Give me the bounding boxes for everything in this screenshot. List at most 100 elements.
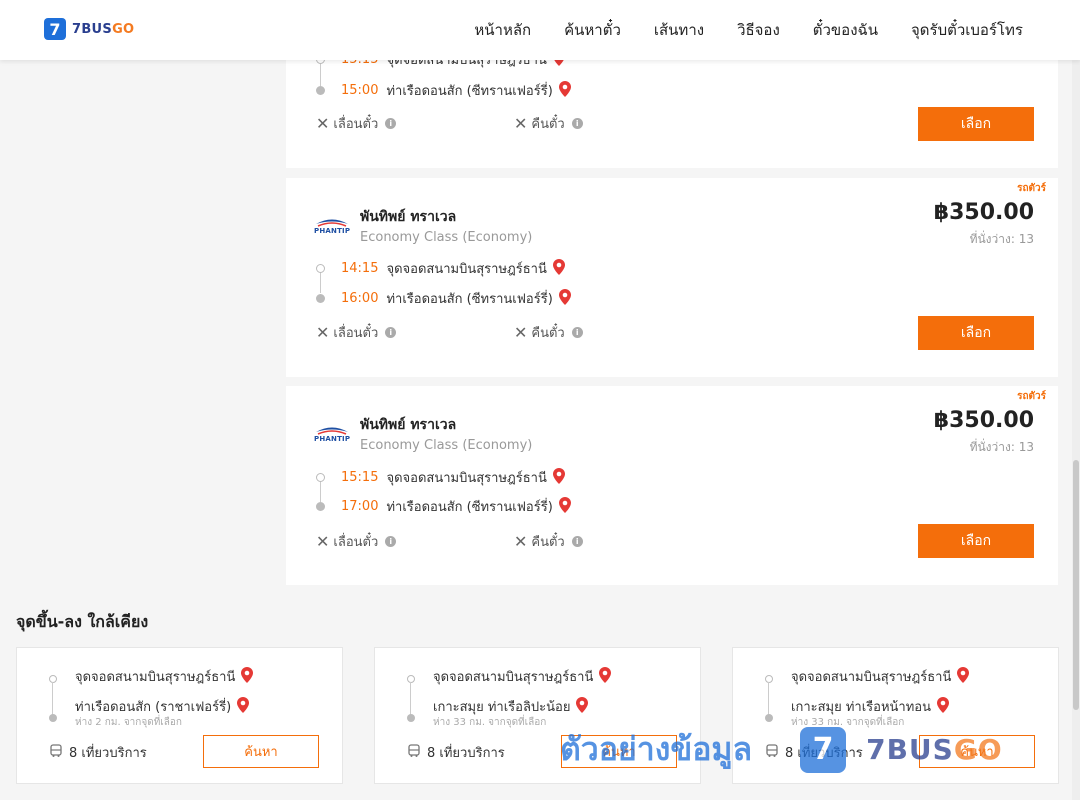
info-icon[interactable]: i [571,118,583,129]
operator-logo-text: PHANTIP [314,226,351,235]
depart-stop-name: จุดจอดสนามบินสุราษฎร์ธานี [386,262,547,277]
bus-icon [765,743,779,762]
close-icon: ✕ [316,114,330,133]
nav-search-ticket[interactable]: ค้นหาตั๋ว [564,18,621,42]
arrive-stop: 16:00 ท่าเรือดอนสัก (ซีทรานเฟอร์รี่) [316,288,571,309]
depart-time: 15:15 [341,470,379,485]
map-pin-icon[interactable] [957,666,970,687]
main-nav: หน้าหลัก ค้นหาตั๋ว เส้นทาง วิธีจอง ตั๋วข… [474,0,1023,60]
distance-text: ห่าง 33 กม. จากจุดที่เลือก [433,717,547,728]
nearby-search-button[interactable]: ค้นหา [919,735,1035,768]
close-icon: ✕ [514,532,528,551]
trip-count-label: 8 เที่ยวบริการ [427,746,505,761]
arrive-stop: 17:00 ท่าเรือดอนสัก (ซีทรานเฟอร์รี่) [316,496,571,517]
info-icon[interactable]: i [571,327,583,338]
nav-routes[interactable]: เส้นทาง [654,18,704,42]
nearby-search-button[interactable]: ค้นหา [561,735,677,768]
arrive-stop: 15:00 ท่าเรือดอนสัก (ซีทรานเฟอร์รี่) [316,80,571,101]
route-line [410,682,411,716]
scrollbar-thumb[interactable] [1073,460,1079,710]
operator-info: PHANTIP พันทิพย์ ทราเวล Economy Class (E… [314,414,532,453]
close-icon: ✕ [514,114,528,133]
bus-icon [407,743,421,762]
reschedule-policy[interactable]: ✕ เลื่อนตั๋ว i [316,322,397,343]
distance-text: ห่าง 2 กม. จากจุดที่เลือก [75,717,182,728]
depart-stop: 15:15 จุดจอดสนามบินสุราษฎร์ธานี [316,467,565,488]
depart-stop: 14:15 จุดจอดสนามบินสุราษฎร์ธานี [316,258,565,279]
trip-count-label: 8 เที่ยวบริการ [785,746,863,761]
depart-time: 14:15 [341,261,379,276]
reschedule-policy[interactable]: ✕ เลื่อนตั๋ว i [316,113,397,134]
reschedule-policy[interactable]: ✕ เลื่อนตั๋ว i [316,531,397,552]
trip-card: รถตัวร์ PHANTIP พันทิพย์ ทราเวล Economy … [286,178,1058,377]
from-dot [407,675,415,683]
route-line [768,682,769,716]
nearby-from: จุดจอดสนามบินสุราษฎร์ธานี [433,666,612,687]
map-pin-icon[interactable] [237,696,250,717]
depart-stop-name: จุดจอดสนามบินสุราษฎร์ธานี [386,471,547,486]
to-dot [407,714,415,722]
info-icon[interactable]: i [385,118,397,129]
nav-how-to-book[interactable]: วิธีจอง [737,18,780,42]
arrive-dot [316,86,325,95]
nearby-to: ท่าเรือดอนสัก (ราชาเฟอร์รี่) [75,696,250,717]
map-pin-icon[interactable] [558,288,571,309]
operator-logo: PHANTIP [314,423,350,445]
close-icon: ✕ [316,323,330,342]
trip-type-tag: รถตัวร์ [1017,391,1046,402]
nearby-card: จุดจอดสนามบินสุราษฎร์ธานี ท่าเรือดอนสัก … [16,647,343,784]
select-button[interactable]: เลือก [918,107,1034,141]
map-pin-icon[interactable] [552,467,565,488]
map-pin-icon[interactable] [558,496,571,517]
seat-class: Economy Class (Economy) [360,438,533,453]
trip-count: 8 เที่ยวบริการ [49,742,147,763]
map-pin-icon[interactable] [558,80,571,101]
refund-label: คืนตั๋ว [531,535,565,550]
nav-pickup-contact[interactable]: จุดรับตั๋วเบอร์โทร [911,18,1023,42]
close-icon: ✕ [514,323,528,342]
seats-available: ที่นั่งว่าง: 13 [969,232,1034,246]
arrive-dot [316,502,325,511]
reschedule-label: เลื่อนตั๋ว [333,326,379,341]
to-dot [765,714,773,722]
reschedule-label: เลื่อนตั๋ว [333,117,379,132]
info-icon[interactable]: i [385,536,397,547]
logo-mark: 7 [44,18,66,40]
operator-name: พันทิพย์ ทราเวล [360,417,457,433]
nearby-search-button[interactable]: ค้นหา [203,735,319,768]
trip-count: 8 เที่ยวบริการ [765,742,863,763]
arrive-stop-name: ท่าเรือดอนสัก (ซีทรานเฟอร์รี่) [386,292,553,307]
bus-icon [49,743,63,762]
logo-text: 7BUSGO [72,21,135,37]
info-icon[interactable]: i [385,327,397,338]
from-dot [49,675,57,683]
arrive-stop-name: ท่าเรือดอนสัก (ซีทรานเฟอร์รี่) [386,500,553,515]
select-button[interactable]: เลือก [918,524,1034,558]
nav-home[interactable]: หน้าหลัก [474,18,531,42]
trip-count-label: 8 เที่ยวบริการ [69,746,147,761]
trip-price: ฿350.00 [933,200,1034,225]
nearby-card: จุดจอดสนามบินสุราษฎร์ธานี เกาะสมุย ท่าเร… [732,647,1059,784]
map-pin-icon[interactable] [576,696,589,717]
nav-my-tickets[interactable]: ตั๋วของฉัน [813,18,878,42]
map-pin-icon[interactable] [552,258,565,279]
map-pin-icon[interactable] [936,696,949,717]
trip-price: ฿350.00 [933,408,1034,433]
select-button[interactable]: เลือก [918,316,1034,350]
map-pin-icon[interactable] [241,666,254,687]
info-icon[interactable]: i [571,536,583,547]
arrive-time: 16:00 [341,291,379,306]
site-logo[interactable]: 7 7BUSGO [44,18,134,40]
page-scrollbar[interactable] [1072,60,1080,800]
nearby-section-title: จุดขึ้น-ลง ใกล้เคียง [16,612,149,631]
refund-label: คืนตั๋ว [531,117,565,132]
map-pin-icon[interactable] [599,666,612,687]
nearby-to: เกาะสมุย ท่าเรือลิปะน้อย [433,696,589,717]
refund-policy[interactable]: ✕ คืนตั๋ว i [514,531,583,552]
nearby-card: จุดจอดสนามบินสุราษฎร์ธานี เกาะสมุย ท่าเร… [374,647,701,784]
nearby-to: เกาะสมุย ท่าเรือหน้าทอน [791,696,949,717]
trip-type-tag: รถตัวร์ [1017,183,1046,194]
refund-policy[interactable]: ✕ คืนตั๋ว i [514,322,583,343]
refund-policy[interactable]: ✕ คืนตั๋ว i [514,113,583,134]
arrive-stop-name: ท่าเรือดอนสัก (ซีทรานเฟอร์รี่) [386,84,553,99]
